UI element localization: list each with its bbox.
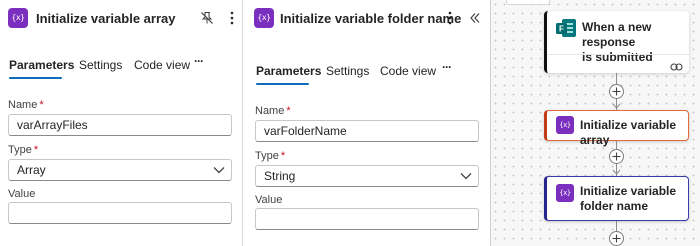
panel-title: Initialize variable array [36,11,176,26]
link-icon [670,59,683,77]
chevron-down-icon [213,167,225,174]
active-tab-indicator [256,83,309,85]
variable-icon: {x} [556,116,574,134]
more-options-icon[interactable] [222,8,242,28]
type-select[interactable]: String [255,165,479,187]
panel-tabs: Parameters Settings Code view ··· [243,56,490,88]
tab-code-view[interactable]: Code view [134,58,190,72]
flow-card-initialize-variable-folder-name[interactable]: {x} Initialize variable folder name [544,176,689,221]
value-label: Value [255,194,283,206]
add-step-button[interactable] [609,84,624,99]
flow-card-initialize-variable-array[interactable]: {x} Initialize variable array [544,110,689,147]
forms-icon: F [555,18,577,38]
variable-icon: {x} [556,184,574,202]
type-select-value: Array [17,163,46,177]
tab-parameters[interactable]: Parameters [256,64,321,78]
name-field[interactable]: varFolderName [255,120,479,142]
panel-title: Initialize variable folder name [280,11,462,26]
name-label: Name * [8,99,44,111]
plus-icon [612,87,621,96]
unpin-icon[interactable] [197,8,217,28]
card-title: Initialize variable folder name [580,184,677,213]
type-select[interactable]: Array [8,159,232,181]
more-tabs-button[interactable]: ··· [194,54,204,68]
panel-tabs: Parameters Settings Code view ··· [0,50,242,82]
svg-text:F: F [559,25,564,34]
add-step-button[interactable] [609,231,624,246]
chevron-down-icon [460,173,472,180]
value-label: Value [8,188,36,200]
variable-icon: {x} [254,8,274,28]
plus-icon [612,234,621,243]
panel-initialize-variable-folder-name: {x} Initialize variable folder name Para… [243,0,490,246]
name-label: Name * [255,105,291,117]
value-field[interactable] [255,208,479,230]
arrow-down-icon [612,169,621,175]
variable-icon: {x} [8,8,28,28]
arrow-down-icon [612,103,621,109]
type-label: Type * [255,150,286,162]
type-label: Type * [8,144,39,156]
tab-settings[interactable]: Settings [79,58,122,72]
type-select-value: String [264,169,296,183]
active-tab-indicator [9,77,62,79]
name-field[interactable]: varArrayFiles [8,114,232,136]
flow-card-trigger[interactable]: F When a new response is submitted [544,11,689,73]
panel-header: {x} Initialize variable folder name [243,0,490,40]
plus-icon [612,152,621,161]
value-field[interactable] [8,202,232,224]
tab-settings[interactable]: Settings [326,64,369,78]
more-options-icon[interactable] [440,8,460,28]
card-divider [547,54,689,55]
tab-code-view[interactable]: Code view [380,64,436,78]
panel-initialize-variable-array: {x} Initialize variable array Parameters… [0,0,242,246]
collapse-panel-icon[interactable] [465,8,485,28]
card-title: Initialize variable array [580,118,677,147]
more-tabs-button[interactable]: ··· [442,60,452,74]
tab-parameters[interactable]: Parameters [9,58,74,72]
add-step-button[interactable] [609,149,624,164]
canvas-toolbar-fragment [506,0,550,5]
panel-header: {x} Initialize variable array [0,0,242,40]
